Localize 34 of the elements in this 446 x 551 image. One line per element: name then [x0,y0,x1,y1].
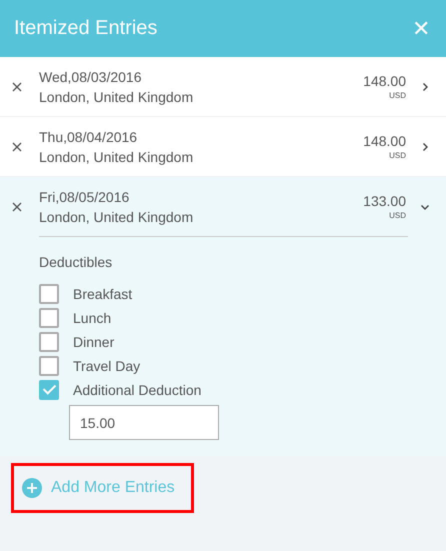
checkbox-label: Travel Day [73,358,140,374]
entry-row[interactable]: Thu,08/04/2016 London, United Kingdom 148.00 USD [0,117,446,177]
section-label: Deductibles [39,254,114,270]
currency-label: USD [389,151,406,160]
currency-label: USD [389,91,406,100]
checkbox[interactable] [39,356,59,376]
entry-row[interactable]: Wed,08/03/2016 London, United Kingdom 148.00 USD [0,57,446,117]
currency-label: USD [389,211,406,220]
remove-icon[interactable] [12,202,22,212]
entry-row[interactable]: Fri,08/05/2016 London, United Kingdom 133.00 USD Deductibles Breakfast Lunch Dinner Travel Day Additional Deduction 15.00 [0,177,446,456]
entry-location: London, United Kingdom [39,208,194,224]
window-title: Itemized Entries [14,17,158,40]
plus-circle-icon [22,478,42,498]
remove-icon[interactable] [12,82,22,92]
entry-date: Wed,08/03/2016 [39,68,142,84]
chevron-right-icon[interactable] [420,82,430,92]
chevron-right-icon[interactable] [420,142,430,152]
entry-date: Thu,08/04/2016 [39,128,138,144]
checkbox[interactable] [39,284,59,304]
checkbox-label: Lunch [73,310,112,326]
entry-location: London, United Kingdom [39,148,194,164]
checkbox-label: Additional Deduction [73,382,202,398]
entry-amount: 148.00 [363,73,406,89]
entry-date: Fri,08/05/2016 [39,188,130,204]
entry-amount: 148.00 [363,133,406,149]
amount-field[interactable]: 15.00 [69,405,219,440]
entry-location: London, United Kingdom [39,88,194,104]
checkbox[interactable] [39,380,59,400]
entry-amount: 133.00 [363,193,406,209]
checkbox[interactable] [39,308,59,328]
checkbox[interactable] [39,332,59,352]
remove-icon[interactable] [12,142,22,152]
checkbox-label: Breakfast [73,286,132,302]
checkbox-label: Dinner [73,334,114,350]
